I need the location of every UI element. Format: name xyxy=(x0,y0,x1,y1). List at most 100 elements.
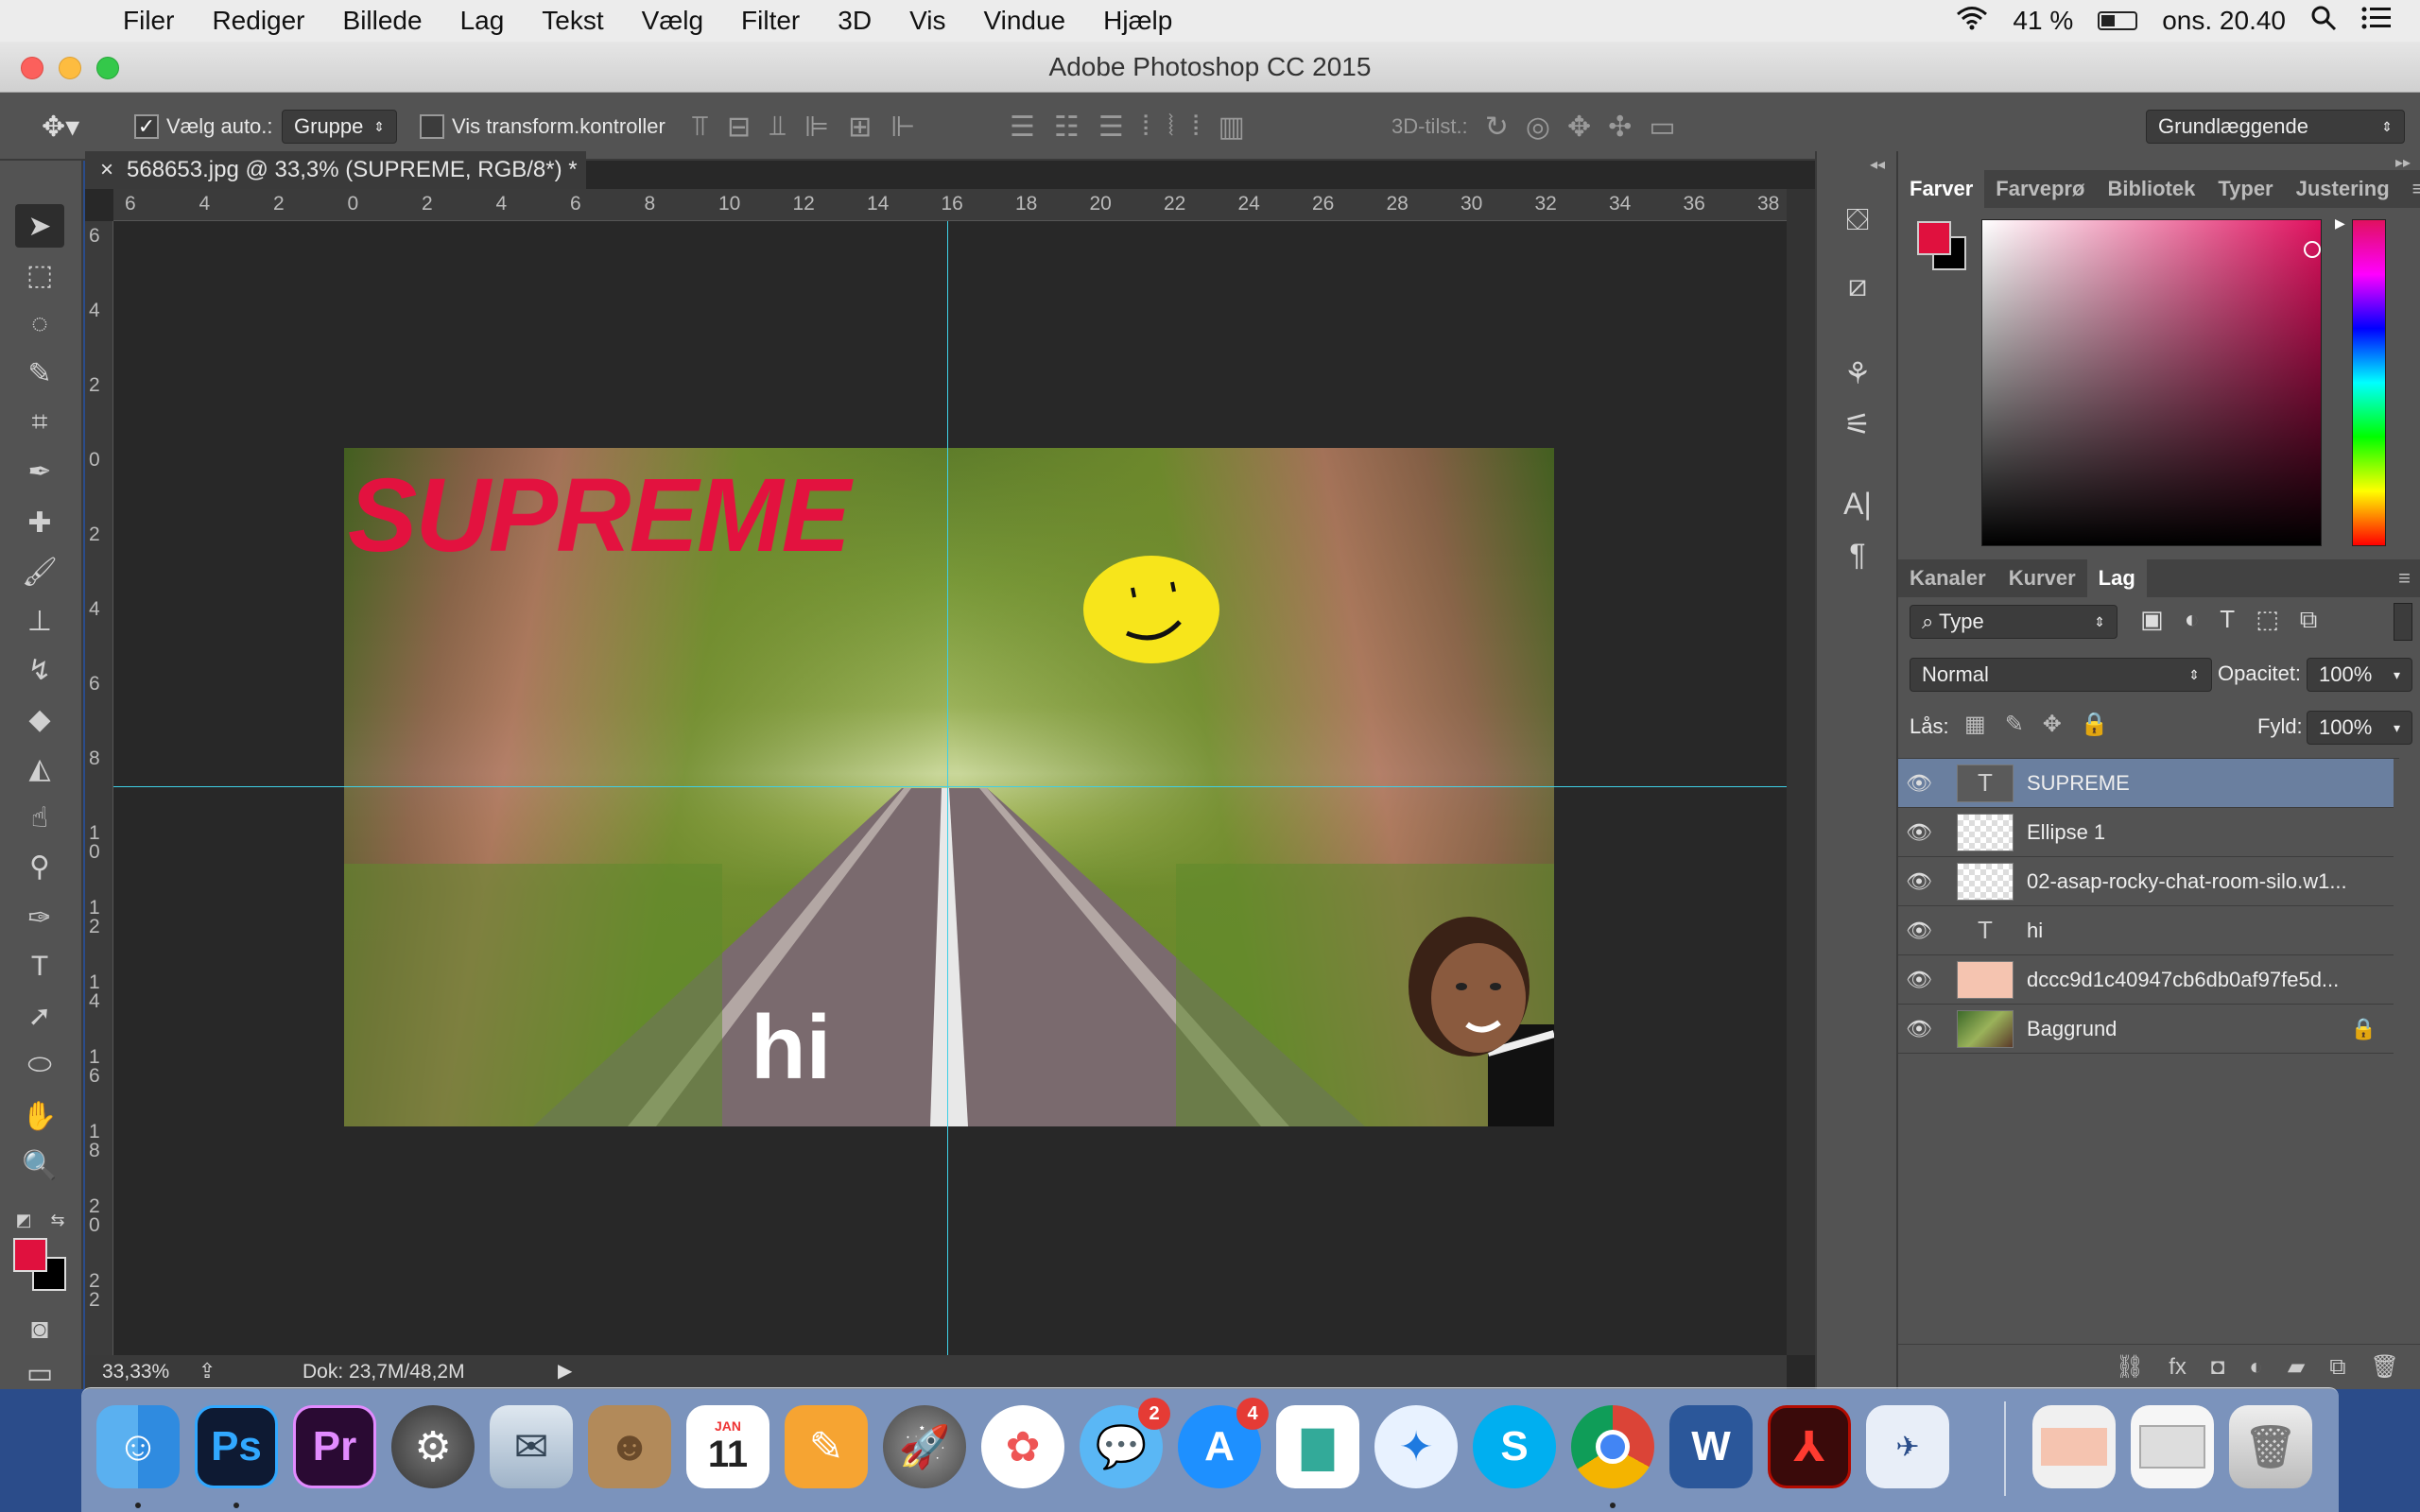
zoom-tool-icon[interactable]: 🔍 xyxy=(15,1143,64,1187)
fill-field[interactable]: 100% ▾ xyxy=(2307,711,2412,745)
canvas-viewport[interactable]: SUPREME hi xyxy=(113,221,1787,1355)
healing-brush-tool-icon[interactable]: ✚ xyxy=(15,501,64,544)
tab-styles[interactable]: Typer xyxy=(2206,170,2284,208)
screen-mode-icon[interactable]: ▭ xyxy=(15,1351,64,1395)
filter-toggle[interactable] xyxy=(2394,603,2412,641)
eyedropper-tool-icon[interactable]: ✒ xyxy=(15,450,64,493)
horizontal-ruler[interactable]: 6 4 2 0 2 4 6 8 10 12 14 16 18 20 22 24 26 28 30 32 34 36 38 xyxy=(113,189,1787,221)
lasso-tool-icon[interactable]: ◌ xyxy=(15,302,64,346)
horizontal-guide[interactable] xyxy=(113,786,1787,787)
battery-percent[interactable]: 41 % xyxy=(2013,6,2073,36)
close-tab-icon[interactable]: × xyxy=(100,157,113,182)
word-icon[interactable]: W xyxy=(1669,1405,1753,1488)
auto-select-dropdown[interactable]: Gruppe ⇕ xyxy=(282,110,397,144)
3d-rotate-icon[interactable]: ↻ xyxy=(1485,111,1509,144)
path-selection-tool-icon[interactable]: ➚ xyxy=(15,994,64,1038)
vertical-guide[interactable] xyxy=(947,221,948,1355)
messages-icon[interactable]: 💬 2 xyxy=(1080,1398,1170,1488)
layer-row-supreme[interactable]: 👁 T SUPREME xyxy=(1898,759,2394,808)
pages-icon[interactable]: ✎ xyxy=(785,1405,868,1488)
safari-icon[interactable]: ✦ xyxy=(1374,1405,1458,1488)
align-left-icon[interactable]: ⊫ xyxy=(804,111,829,144)
vertical-ruler[interactable]: 6 4 2 0 2 4 6 8 1 0 1 2 1 4 1 6 1 8 2 0 2 2 xyxy=(85,221,113,1355)
menu-view[interactable]: Vis xyxy=(890,6,964,36)
lock-transparency-icon[interactable]: ▦ xyxy=(1964,711,1986,738)
eye-icon[interactable]: 👁 xyxy=(1898,1017,1940,1041)
menu-help[interactable]: Hjælp xyxy=(1084,6,1191,36)
filter-shape-icon[interactable]: ⬚ xyxy=(2256,605,2279,635)
menu-type[interactable]: Tekst xyxy=(523,6,622,36)
tab-curves[interactable]: Kurver xyxy=(1997,559,2087,597)
person-photo-layer[interactable] xyxy=(1374,911,1554,1126)
finder-icon[interactable]: ☺ xyxy=(96,1405,180,1488)
distribute-left-icon[interactable]: ⦙ xyxy=(1143,111,1150,143)
hue-slider[interactable] xyxy=(2352,219,2386,546)
tab-adjustments[interactable]: Justering xyxy=(2285,170,2401,208)
distribute-hcenter-icon[interactable]: ⦚ xyxy=(1167,111,1173,143)
link-layers-icon[interactable]: ⛓ xyxy=(2116,1353,2144,1381)
mail-icon[interactable]: ✉ xyxy=(490,1405,573,1488)
quick-select-tool-icon[interactable]: ✎ xyxy=(15,352,64,395)
3d-panel-icon[interactable]: ⛋ xyxy=(1836,198,1879,242)
layer-row-dccc9d[interactable]: 👁 dccc9d1c40947cb6db0af97fe5d... xyxy=(1898,955,2394,1005)
eye-icon[interactable]: 👁 xyxy=(1898,771,1940,796)
tab-layers[interactable]: Lag xyxy=(2086,559,2147,597)
move-tool-preset-icon[interactable]: ✥▾ xyxy=(42,93,79,161)
eye-icon[interactable]: 👁 xyxy=(1898,869,1940,894)
spotlight-search-icon[interactable] xyxy=(2310,5,2337,38)
share-icon[interactable]: ⇪ xyxy=(199,1359,216,1383)
trash-icon[interactable]: 🗑 xyxy=(2229,1405,2312,1488)
hi-text-layer[interactable]: hi xyxy=(751,996,831,1100)
eye-icon[interactable]: 👁 xyxy=(1898,968,1940,992)
3d-pan-icon[interactable]: ✥ xyxy=(1567,111,1591,144)
swap-colors-icon[interactable]: ⇆ xyxy=(43,1198,72,1242)
photos-icon[interactable]: ✿ xyxy=(981,1405,1064,1488)
calendar-icon[interactable]: JAN 11 xyxy=(686,1405,769,1488)
launchpad-icon[interactable]: 🚀 xyxy=(883,1405,966,1488)
paint-bucket-tool-icon[interactable]: ◭ xyxy=(15,747,64,790)
chrome-icon[interactable] xyxy=(1571,1405,1654,1488)
minimize-window-button[interactable] xyxy=(59,57,81,79)
close-window-button[interactable] xyxy=(21,57,43,79)
numbers-icon[interactable]: ▇ xyxy=(1276,1405,1359,1488)
marquee-tool-icon[interactable]: ⬚ xyxy=(15,253,64,297)
ellipse-tool-icon[interactable]: ⬭ xyxy=(15,1043,64,1087)
brush-tool-icon[interactable]: 🖌 xyxy=(15,550,64,593)
menu-filter[interactable]: Filter xyxy=(722,6,819,36)
collapse-strip-icon[interactable]: ◂◂ xyxy=(1870,155,1885,174)
type-tool-icon[interactable]: T xyxy=(15,945,64,988)
default-colors-icon[interactable]: ◩ xyxy=(9,1198,38,1242)
panel-menu-icon[interactable]: ≡ xyxy=(2401,170,2420,208)
skype-icon[interactable]: S xyxy=(1473,1405,1556,1488)
3d-scale-icon[interactable]: ▭ xyxy=(1649,111,1675,144)
new-layer-icon[interactable]: ⧉ xyxy=(2329,1354,2345,1381)
color-spectrum-field[interactable] xyxy=(1981,219,2322,546)
tool-presets-icon[interactable]: ⚟ xyxy=(1836,403,1879,446)
cas-icon[interactable]: ✈ xyxy=(1866,1405,1949,1488)
layer-row-background[interactable]: 👁 Baggrund 🔒 xyxy=(1898,1005,2394,1054)
battery-icon[interactable] xyxy=(2098,11,2138,30)
lock-position-icon[interactable]: ✥ xyxy=(2043,711,2062,738)
properties-panel-icon[interactable]: ⧄ xyxy=(1836,265,1879,308)
photoshop-icon[interactable]: Ps xyxy=(195,1405,278,1488)
add-mask-icon[interactable]: ◘ xyxy=(2211,1354,2225,1381)
filter-pixel-icon[interactable]: ▣ xyxy=(2140,605,2164,635)
align-bottom-icon[interactable]: ⫫ xyxy=(769,111,786,143)
opacity-field[interactable]: 100% ▾ xyxy=(2307,658,2412,692)
foreground-color-swatch[interactable] xyxy=(13,1238,47,1272)
panel-foreground-color[interactable] xyxy=(1917,221,1951,255)
menu-select[interactable]: Vælg xyxy=(623,6,722,36)
filter-smart-object-icon[interactable]: ⧉ xyxy=(2300,605,2318,635)
menu-image[interactable]: Billede xyxy=(324,6,441,36)
layer-row-asap-rocky[interactable]: 👁 02-asap-rocky-chat-room-silo.w1... xyxy=(1898,857,2394,906)
layer-style-icon[interactable]: fx xyxy=(2169,1354,2187,1381)
eye-icon[interactable]: 👁 xyxy=(1898,820,1940,845)
zoom-level[interactable]: 33,33% xyxy=(102,1361,169,1383)
quick-mask-icon[interactable]: ◙ xyxy=(15,1308,64,1351)
clone-stamp-tool-icon[interactable]: ⊥ xyxy=(15,599,64,643)
lock-pixels-icon[interactable]: ✎ xyxy=(2005,711,2024,738)
distribute-top-icon[interactable]: ☰ xyxy=(1010,111,1035,144)
acrobat-icon[interactable]: ⅄ xyxy=(1768,1405,1851,1488)
layer-row-ellipse[interactable]: 👁 Ellipse 1 xyxy=(1898,808,2394,857)
distribute-bottom-icon[interactable]: ☰ xyxy=(1098,111,1124,144)
